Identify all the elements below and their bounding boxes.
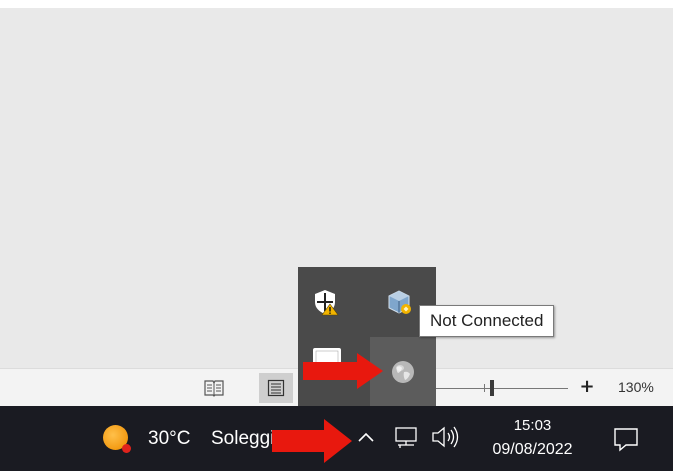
clock-time: 15:03 bbox=[513, 417, 552, 434]
network-button[interactable] bbox=[392, 426, 422, 450]
action-center-button[interactable] bbox=[612, 426, 640, 452]
weather-condition[interactable]: Soleggiato bbox=[211, 428, 275, 450]
speaker-icon bbox=[432, 426, 459, 448]
print-layout-button[interactable] bbox=[259, 373, 293, 403]
clock-date: 09/08/2022 bbox=[492, 441, 573, 458]
network-ethernet-icon bbox=[395, 427, 417, 448]
windows-security-shield-icon bbox=[315, 290, 339, 316]
globe-icon bbox=[392, 360, 414, 383]
page-lines-icon bbox=[267, 379, 285, 397]
windows-security-button[interactable] bbox=[308, 284, 344, 320]
tooltip: Not Connected bbox=[419, 305, 555, 337]
virtualbox-button[interactable] bbox=[381, 284, 417, 320]
top-edge bbox=[0, 0, 673, 8]
clock[interactable]: 15:03 09/08/2022 bbox=[480, 414, 585, 462]
show-hidden-icons-button[interactable] bbox=[355, 424, 377, 450]
zoom-slider-thumb[interactable] bbox=[490, 380, 494, 396]
weather-alert-badge bbox=[122, 444, 131, 453]
volume-button[interactable] bbox=[430, 424, 464, 450]
zoom-slider-center-tick bbox=[484, 384, 485, 392]
weather-temperature[interactable]: 30°C bbox=[148, 428, 190, 450]
zoom-level[interactable]: 130% bbox=[618, 379, 654, 395]
virtualbox-icon bbox=[388, 290, 411, 314]
read-mode-button[interactable] bbox=[197, 373, 231, 403]
zoom-in-button[interactable]: + bbox=[577, 377, 597, 397]
notification-icon bbox=[614, 428, 638, 452]
chevron-up-icon bbox=[358, 432, 374, 442]
book-icon bbox=[204, 380, 224, 397]
screen: + 130% 30°C Soleggiato bbox=[0, 0, 673, 471]
red-arrow-icon bbox=[272, 419, 352, 463]
red-arrow-icon bbox=[303, 353, 383, 389]
